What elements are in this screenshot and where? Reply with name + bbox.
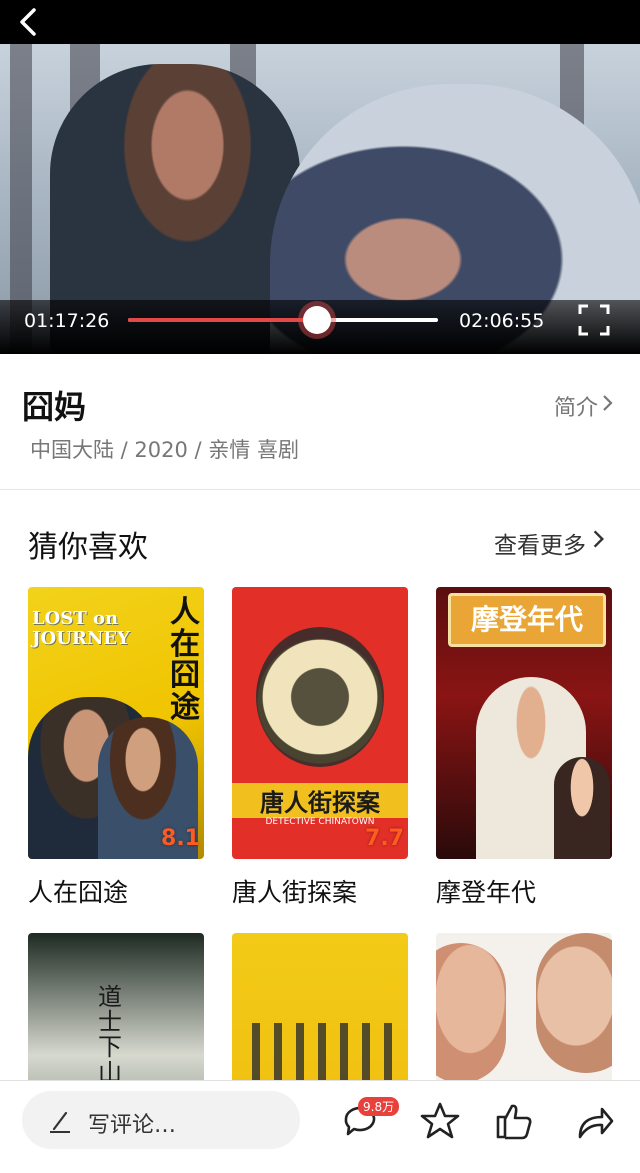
movie-poster[interactable]: 道士下山 [28, 933, 204, 1080]
movie-card-title: 人在囧途 [28, 878, 129, 907]
poster-title-cn: 人在囧途 [170, 595, 200, 725]
intro-link[interactable]: 简介 [554, 390, 598, 422]
poster-figure [252, 1023, 392, 1080]
total-time: 02:06:55 [459, 310, 545, 332]
comment-input[interactable]: 写评论… [22, 1091, 300, 1149]
poster-figure [554, 757, 610, 859]
score-badge: 8.1 [161, 826, 200, 851]
movie-info: 囧妈 简介 中国大陆 / 2020 / 亲情 喜剧 [0, 354, 640, 490]
poster-figure [256, 627, 384, 767]
star-icon[interactable] [418, 1099, 462, 1143]
movie-poster[interactable] [232, 933, 408, 1080]
comment-count-badge: 9.8万 [358, 1097, 400, 1116]
movie-poster[interactable]: LOST on JOURNEY 人在囧途 8.1 [28, 587, 204, 859]
see-more-link[interactable]: 查看更多 [494, 526, 586, 560]
poster-title-en: LOST on JOURNEY [32, 608, 130, 649]
movie-poster[interactable]: 唐人街探案 DETECTIVE CHINATOWN 7.7 [232, 587, 408, 859]
comment-placeholder: 写评论… [88, 1113, 177, 1138]
bottom-bar: 写评论… 9.8万 [0, 1080, 640, 1173]
movie-card[interactable] [436, 933, 612, 1080]
current-time: 01:17:26 [24, 310, 110, 332]
chevron-right-icon[interactable] [588, 528, 610, 550]
fullscreen-icon [578, 304, 610, 336]
poster-title-cn: 道士下山 [98, 983, 122, 1080]
section-title: 猜你喜欢 [28, 530, 148, 565]
score-badge: 7.7 [365, 826, 404, 851]
movie-card[interactable] [232, 933, 408, 1080]
movie-card[interactable]: 道士下山 [28, 933, 204, 1080]
fullscreen-button[interactable] [576, 302, 612, 338]
progress-played [128, 318, 318, 322]
back-icon [20, 8, 36, 36]
movie-meta: 中国大陆 / 2020 / 亲情 喜剧 [30, 438, 299, 462]
movie-card-title: 摩登年代 [436, 878, 537, 907]
progress-thumb[interactable] [303, 306, 332, 334]
poster-title-cn: 摩登年代 [448, 593, 606, 647]
progress-track[interactable] [128, 306, 438, 334]
pen-icon [50, 1111, 70, 1133]
back-button[interactable] [10, 4, 46, 40]
poster-title-cn: 唐人街探案 [232, 783, 408, 818]
movie-title: 囧妈 [22, 388, 87, 426]
movie-card-title: 唐人街探案 [232, 878, 358, 907]
top-bar [0, 0, 640, 44]
poster-figure [436, 943, 506, 1080]
poster-figure [536, 933, 612, 1073]
thumbs-up-icon[interactable] [492, 1099, 536, 1143]
movie-poster[interactable]: 摩登年代 [436, 587, 612, 859]
chevron-right-icon[interactable] [598, 393, 618, 413]
movie-poster[interactable] [436, 933, 612, 1080]
share-icon[interactable] [572, 1099, 616, 1143]
